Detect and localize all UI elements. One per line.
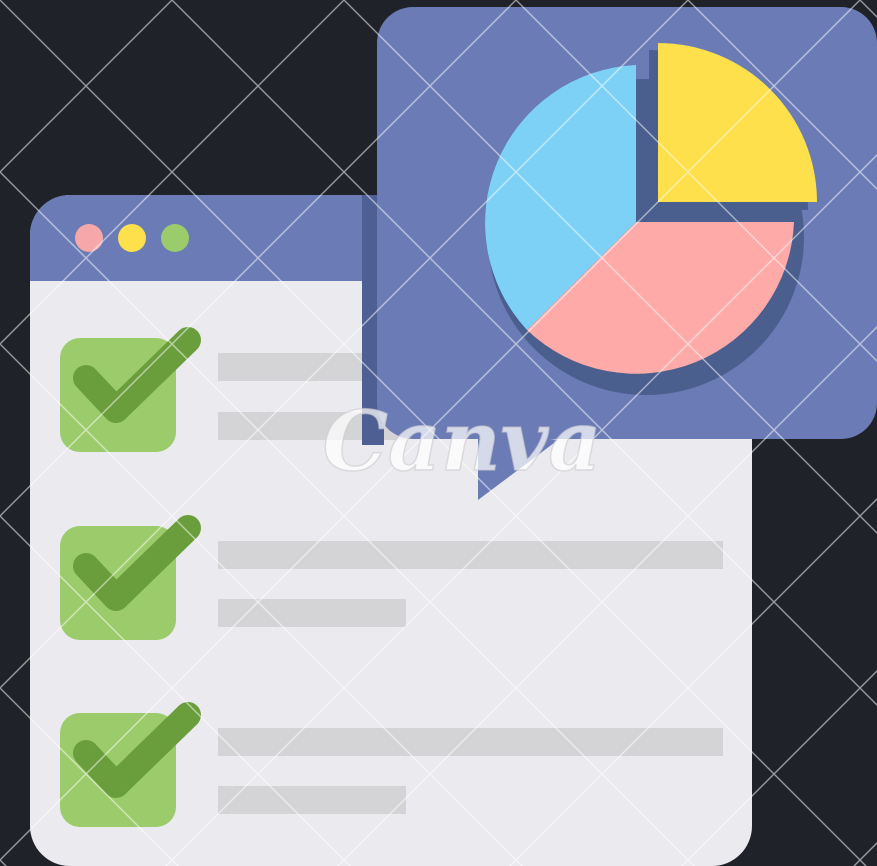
checklist-with-chart-illustration: Canva — [0, 0, 877, 866]
illustration-stage: Canva — [0, 0, 877, 866]
watermark-text: Canva — [323, 394, 602, 490]
